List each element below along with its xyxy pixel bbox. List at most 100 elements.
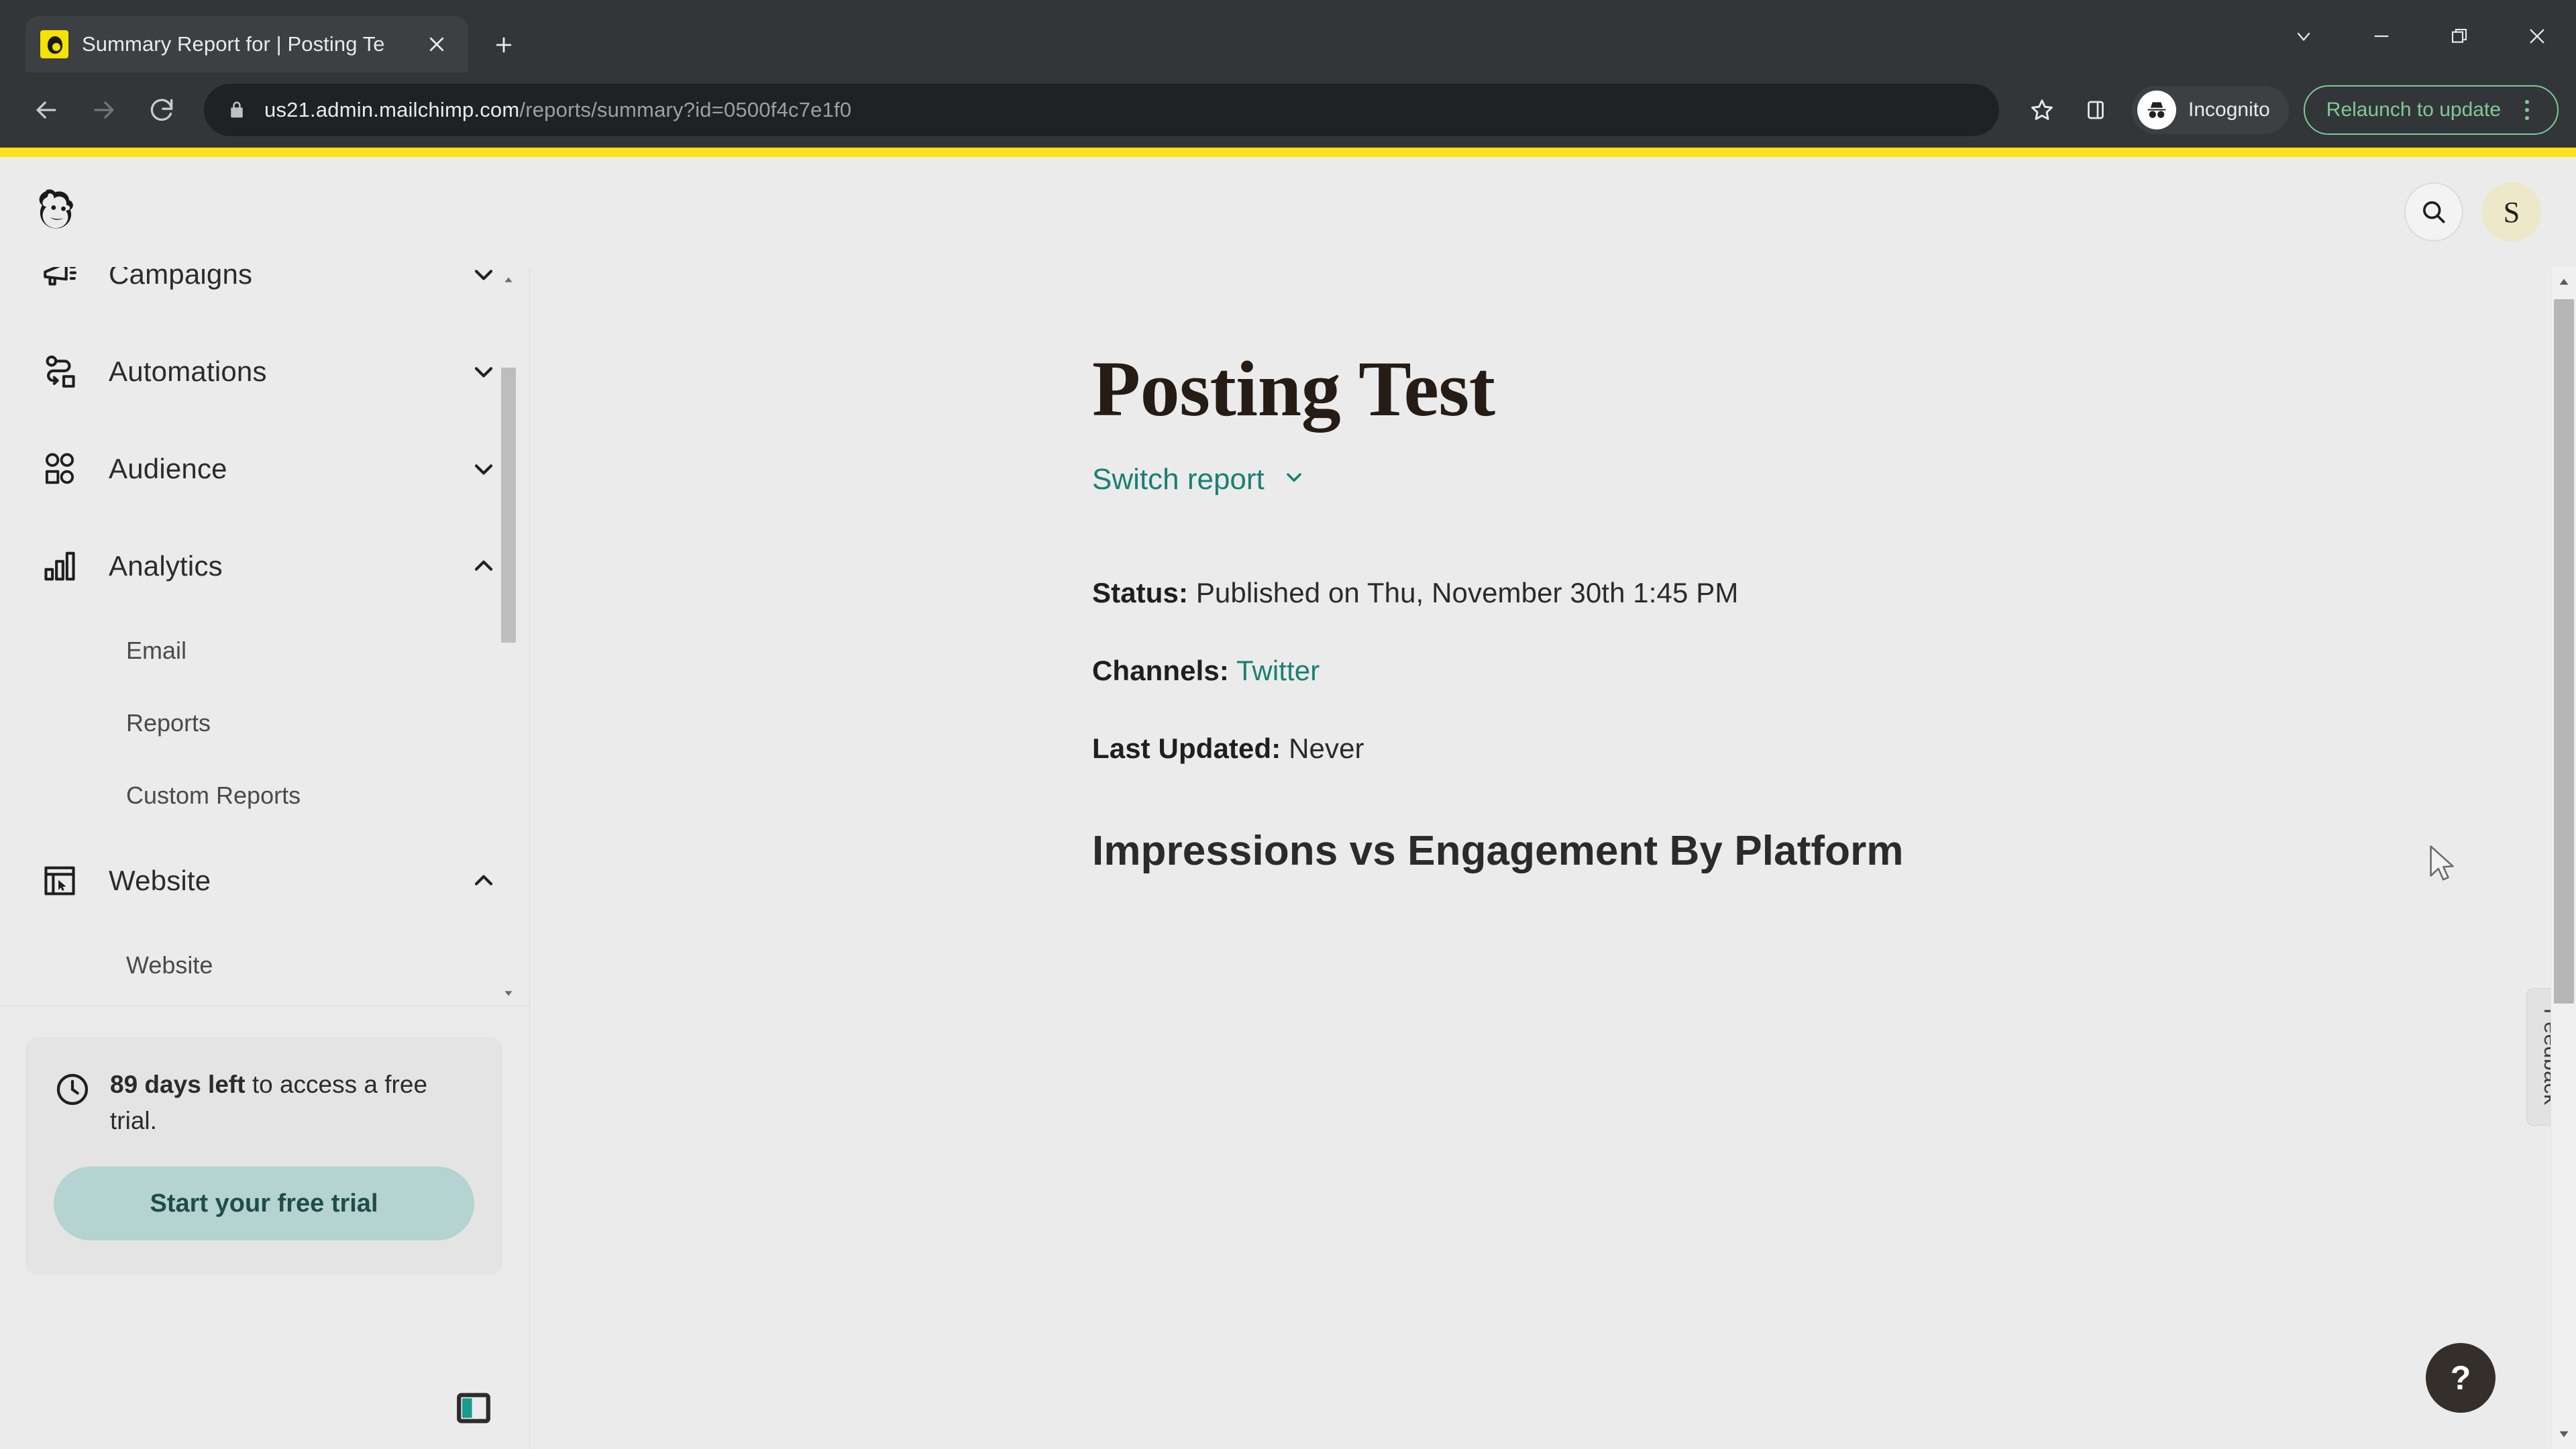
- sidebar-subitem-label: Reports: [126, 709, 211, 737]
- relaunch-to-update-button[interactable]: Relaunch to update: [2303, 85, 2559, 135]
- search-icon[interactable]: [2404, 182, 2463, 241]
- sidebar-subitem-label: Custom Reports: [126, 782, 301, 809]
- reload-icon[interactable]: [133, 81, 191, 139]
- mailchimp-logo-icon[interactable]: [24, 177, 94, 247]
- channels-label: Channels:: [1092, 654, 1229, 686]
- tab-search-chevron-icon[interactable]: [2265, 0, 2343, 72]
- start-free-trial-button[interactable]: Start your free trial: [54, 1167, 474, 1241]
- switch-report-dropdown[interactable]: Switch report: [1092, 463, 1306, 496]
- page-title: Posting Test: [1092, 345, 1495, 433]
- trial-days-left: 89 days left: [110, 1071, 246, 1098]
- switch-report-label: Switch report: [1092, 462, 1265, 496]
- megaphone-icon: [39, 267, 80, 295]
- brand-accent-bar: [0, 148, 2576, 157]
- automations-icon: [39, 351, 80, 392]
- sidebar-item-website[interactable]: Website: [0, 832, 529, 929]
- sidebar-item-email[interactable]: Email: [0, 614, 529, 687]
- url-domain: us21.admin.mailchimp.com: [264, 98, 520, 121]
- trial-message: 89 days left to access a free trial.: [110, 1067, 474, 1138]
- sidebar-item-reports[interactable]: Reports: [0, 687, 529, 759]
- back-icon[interactable]: [17, 81, 75, 139]
- sidebar-item-label: Automations: [109, 355, 267, 387]
- page-scrollbar-thumb[interactable]: [2554, 299, 2574, 1004]
- forward-icon[interactable]: [75, 81, 133, 139]
- chevron-up-icon[interactable]: [469, 551, 498, 581]
- close-window-icon[interactable]: [2498, 0, 2576, 72]
- browser-toolbar: us21.admin.mailchimp.com/reports/summary…: [0, 72, 2576, 148]
- scroll-down-arrow-icon[interactable]: [2551, 1419, 2576, 1449]
- header-actions: S: [2404, 182, 2541, 241]
- sidebar-item-automations[interactable]: Automations: [0, 323, 529, 420]
- sidebar-item-label: Campaigns: [109, 267, 253, 290]
- app-body: Campaigns Automations Audience Analytics…: [0, 267, 2576, 1449]
- sidebar-scrollbar-thumb[interactable]: [501, 368, 516, 643]
- channel-twitter-link[interactable]: Twitter: [1236, 655, 1320, 686]
- sidebar: Campaigns Automations Audience Analytics…: [0, 267, 530, 1449]
- status-row: Status: Published on Thu, November 30th …: [1092, 577, 2576, 609]
- app-header: S: [0, 157, 2576, 267]
- page-viewport: S Campaigns Automations Audience Analyti…: [0, 148, 2576, 1449]
- mailchimp-favicon: [40, 30, 68, 58]
- page-scrollbar[interactable]: [2551, 267, 2576, 1449]
- section-title: Impressions vs Engagement By Platform: [1092, 827, 1904, 874]
- incognito-indicator[interactable]: Incognito: [2132, 86, 2289, 134]
- side-panel-icon[interactable]: [2069, 83, 2123, 137]
- minimize-icon[interactable]: [2343, 0, 2420, 72]
- chevron-down-icon: [1282, 463, 1306, 496]
- help-button[interactable]: ?: [2426, 1343, 2496, 1413]
- giraffe-illustration: [1912, 1414, 2288, 1449]
- start-free-trial-label: Start your free trial: [150, 1189, 378, 1218]
- chrome-menu-icon[interactable]: [2509, 92, 2545, 128]
- bookmark-star-icon[interactable]: [2015, 83, 2069, 137]
- sidebar-subitem-label: Email: [126, 637, 187, 664]
- last-updated-row: Last Updated: Never: [1092, 733, 2576, 765]
- avatar[interactable]: S: [2482, 182, 2541, 241]
- tab-strip: Summary Report for | Posting Te: [0, 0, 2576, 72]
- scroll-up-arrow-icon[interactable]: [2551, 267, 2576, 297]
- main-content: Posting Test Switch report Status: Publi…: [530, 267, 2576, 1449]
- relaunch-label: Relaunch to update: [2326, 99, 2501, 121]
- scroll-down-arrow-icon[interactable]: [500, 982, 517, 1005]
- sidebar-item-audience[interactable]: Audience: [0, 420, 529, 517]
- sidebar-item-custom-reports[interactable]: Custom Reports: [0, 759, 529, 832]
- chevron-down-icon[interactable]: [469, 454, 498, 484]
- last-updated-value: Never: [1281, 732, 1364, 764]
- avatar-initial: S: [2503, 195, 2520, 229]
- last-updated-label: Last Updated:: [1092, 732, 1281, 764]
- sidebar-nav-scroll: Campaigns Automations Audience Analytics…: [0, 267, 529, 1006]
- help-label: ?: [2450, 1359, 2471, 1397]
- chevron-down-icon[interactable]: [469, 267, 498, 289]
- restore-icon[interactable]: [2420, 0, 2498, 72]
- window-cursor-icon: [39, 860, 80, 902]
- close-icon[interactable]: [420, 28, 453, 61]
- chevron-up-icon[interactable]: [469, 866, 498, 896]
- lock-icon: [227, 100, 247, 120]
- sidebar-item-analytics[interactable]: Analytics: [0, 517, 529, 614]
- tab-title: Summary Report for | Posting Te: [82, 32, 385, 56]
- url-text: us21.admin.mailchimp.com/reports/summary…: [264, 98, 851, 122]
- incognito-icon: [2137, 91, 2177, 129]
- address-bar[interactable]: us21.admin.mailchimp.com/reports/summary…: [204, 84, 2000, 136]
- chevron-down-icon[interactable]: [469, 357, 498, 386]
- sidebar-item-campaigns[interactable]: Campaigns: [0, 267, 529, 323]
- sidebar-item-label: Website: [109, 864, 211, 896]
- clock-icon: [54, 1071, 91, 1108]
- new-tab-button[interactable]: [483, 24, 525, 66]
- browser-window: Summary Report for | Posting Te us21.adm…: [0, 0, 2576, 1449]
- free-trial-card: 89 days left to access a free trial. Sta…: [25, 1037, 502, 1276]
- report-meta: Status: Published on Thu, November 30th …: [1092, 577, 2576, 765]
- sidebar-item-label: Audience: [109, 452, 227, 484]
- window-controls: [2265, 0, 2576, 72]
- status-label: Status:: [1092, 576, 1189, 608]
- browser-tab[interactable]: Summary Report for | Posting Te: [25, 16, 468, 72]
- channels-row: Channels: Twitter: [1092, 655, 2576, 687]
- status-value: Published on Thu, November 30th 1:45 PM: [1188, 576, 1739, 608]
- sidebar-item-website-sub[interactable]: Website: [0, 929, 529, 1002]
- audience-icon: [39, 448, 80, 490]
- url-path: /reports/summary?id=0500f4c7e1f0: [519, 98, 852, 121]
- sidebar-scrollbar[interactable]: [500, 267, 517, 1006]
- panel-collapse-icon[interactable]: [454, 1389, 493, 1428]
- sidebar-item-label: Analytics: [109, 549, 223, 582]
- scroll-up-arrow-icon[interactable]: [500, 268, 517, 291]
- sidebar-subitem-label: Website: [126, 951, 213, 979]
